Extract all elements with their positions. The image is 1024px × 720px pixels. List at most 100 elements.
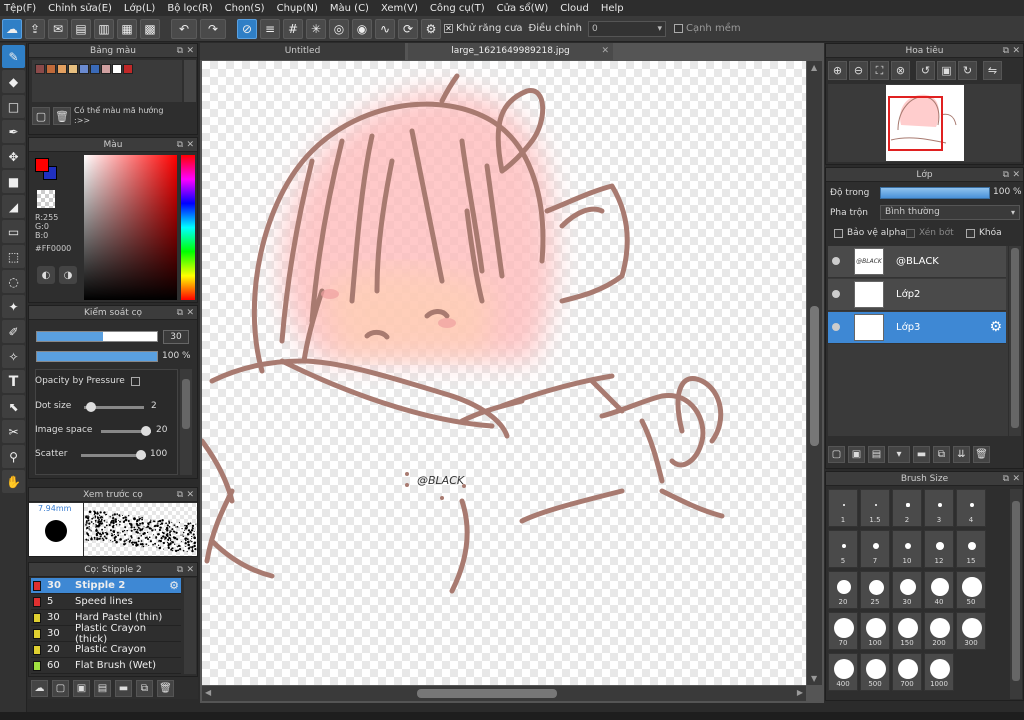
close-icon[interactable]: ✕ xyxy=(186,44,194,58)
drawing-canvas[interactable]: @BLACK xyxy=(202,61,806,685)
layer-row-lop3[interactable]: Lớp3 ⚙ xyxy=(828,312,1006,344)
brush-size-option[interactable]: 20 xyxy=(828,571,858,609)
float-icon[interactable]: ⧉ xyxy=(1003,168,1009,182)
brush-size-scrollbar[interactable] xyxy=(1010,489,1022,699)
fullscreen-icon[interactable]: ▣ xyxy=(937,61,956,80)
brush-size-option[interactable]: 200 xyxy=(924,612,954,650)
brush-size-option[interactable]: 4 xyxy=(956,489,986,527)
divide-tool-icon[interactable]: ✂ xyxy=(2,420,25,443)
delete-brush-icon[interactable]: 🗑 xyxy=(157,679,174,697)
text-tool-icon[interactable]: T xyxy=(2,370,25,393)
brush-size-option[interactable]: 5 xyxy=(828,530,858,568)
gear-icon[interactable]: ⚙ xyxy=(989,319,1002,335)
brush-size-option[interactable]: 50 xyxy=(956,571,986,609)
brush-size-slider[interactable] xyxy=(36,331,158,342)
layer-row-black[interactable]: @BLACK @BLACK xyxy=(828,246,1006,278)
add-layer-menu-icon[interactable]: ▾ xyxy=(888,446,910,463)
layer-row-lop2[interactable]: Lớp2 xyxy=(828,279,1006,311)
canvas-vertical-scrollbar[interactable]: ▲ ▼ xyxy=(807,61,822,685)
palette-swatch[interactable] xyxy=(68,64,78,74)
snap-circle-icon[interactable]: ◎ xyxy=(329,18,349,39)
new-halftone-layer-icon[interactable]: ▣ xyxy=(848,446,865,463)
clipping-checkbox[interactable]: Xén bớt xyxy=(906,228,954,238)
brush-settings-scrollbar[interactable] xyxy=(180,369,192,475)
duplicate-icon[interactable]: ⧉ xyxy=(136,679,153,697)
gear-icon[interactable]: ⚙ xyxy=(169,579,179,592)
menu-item[interactable]: Chọn(S) xyxy=(225,3,265,14)
fill-shape-tool-icon[interactable]: ■ xyxy=(2,170,25,193)
correction-select[interactable]: 0 ▾ xyxy=(587,20,666,37)
brush-size-option[interactable]: 400 xyxy=(828,653,858,691)
palette-swatch[interactable] xyxy=(79,64,89,74)
tab-large-image[interactable]: large_1621649989218.jpg ✕ xyxy=(408,43,613,60)
tab-untitled[interactable]: Untitled xyxy=(200,43,405,60)
float-icon[interactable]: ⧉ xyxy=(1003,44,1009,58)
chat-icon[interactable]: ▤ xyxy=(71,18,91,39)
lasso-tool-icon[interactable]: ◌ xyxy=(2,270,25,293)
trash-icon[interactable]: 🗑 xyxy=(53,107,71,125)
new-page-icon[interactable]: ▢ xyxy=(32,107,50,125)
menu-item[interactable]: Cloud xyxy=(560,3,589,14)
snap-radial-icon[interactable]: ✳ xyxy=(306,18,326,39)
dot-size-slider[interactable] xyxy=(84,402,144,412)
move-tool-icon[interactable]: ✥ xyxy=(2,145,25,168)
magic-wand-tool-icon[interactable]: ✦ xyxy=(2,295,25,318)
menu-item[interactable]: Công cụ(T) xyxy=(430,3,485,14)
snap-grid-icon[interactable]: # xyxy=(283,18,303,39)
zoom-in-icon[interactable]: ⊕ xyxy=(828,61,847,80)
close-icon[interactable]: ✕ xyxy=(186,306,194,320)
menu-item[interactable]: Chụp(N) xyxy=(277,3,318,14)
rotate-left-icon[interactable]: ↺ xyxy=(916,61,935,80)
snap-vanish-icon[interactable]: ⟳ xyxy=(398,18,418,39)
foreground-color-swatch[interactable] xyxy=(35,158,49,172)
palette-swatch[interactable] xyxy=(46,64,56,74)
brush-list-item[interactable]: 20 Plastic Crayon xyxy=(31,642,181,658)
brush-size-option[interactable]: 1 xyxy=(828,489,858,527)
canvas-horizontal-scrollbar[interactable]: ◀ ▶ xyxy=(202,686,806,701)
zoom-reset-icon[interactable]: ⊗ xyxy=(891,61,910,80)
eyedropper-tool-icon[interactable]: ⚲ xyxy=(2,445,25,468)
hand-tool-icon[interactable]: ✋ xyxy=(2,470,25,493)
brush-size-option[interactable]: 10 xyxy=(892,530,922,568)
blend-mode-select[interactable]: Bình thường ▾ xyxy=(880,205,1020,220)
eraser-tool-icon[interactable]: ◆ xyxy=(2,70,25,93)
scatter-slider[interactable] xyxy=(81,450,146,460)
brush-size-option[interactable]: 7 xyxy=(860,530,890,568)
snap-curve2-icon[interactable]: ∿ xyxy=(375,18,395,39)
brush-list-item[interactable]: 5 Speed lines xyxy=(31,594,181,610)
menu-item[interactable]: Tệp(F) xyxy=(4,3,36,14)
close-icon[interactable]: ✕ xyxy=(1012,168,1020,182)
close-icon[interactable]: ✕ xyxy=(186,488,194,502)
float-icon[interactable]: ⧉ xyxy=(177,306,183,320)
new-layer-icon[interactable]: ▢ xyxy=(828,446,845,463)
brush-size-option[interactable]: 700 xyxy=(892,653,922,691)
close-icon[interactable]: ✕ xyxy=(601,43,609,60)
brush-tool-icon[interactable]: ✎ xyxy=(2,45,25,68)
brush-size-option[interactable]: 30 xyxy=(892,571,922,609)
new-brush-icon[interactable]: ▢ xyxy=(52,679,69,697)
add-brush-icon[interactable]: ▣ xyxy=(73,679,90,697)
palette-scrollbar[interactable] xyxy=(184,60,196,102)
menu-item[interactable]: Cửa sổ(W) xyxy=(497,3,549,14)
brush-opacity-slider[interactable] xyxy=(36,351,158,362)
close-icon[interactable]: ✕ xyxy=(186,563,194,577)
settings-icon[interactable]: ⚙ xyxy=(421,18,441,39)
brush-size-option[interactable]: 70 xyxy=(828,612,858,650)
transparent-color-swatch[interactable] xyxy=(37,190,55,208)
zoom-out-icon[interactable]: ⊖ xyxy=(849,61,868,80)
saturation-value-picker[interactable] xyxy=(84,155,177,300)
close-icon[interactable]: ✕ xyxy=(1012,44,1020,58)
menu-item[interactable]: Chỉnh sửa(E) xyxy=(48,3,112,14)
float-icon[interactable]: ⧉ xyxy=(177,138,183,152)
pen-tool-icon[interactable]: ✒ xyxy=(2,120,25,143)
navigator-viewport-rect[interactable] xyxy=(888,96,943,151)
navigator-view[interactable] xyxy=(828,84,1021,162)
eye-icon[interactable] xyxy=(832,257,840,265)
brush-size-option[interactable]: 3 xyxy=(924,489,954,527)
float-icon[interactable]: ⧉ xyxy=(177,488,183,502)
brush-size-option[interactable]: 500 xyxy=(860,653,890,691)
palette-swatch[interactable] xyxy=(57,64,67,74)
close-icon[interactable]: ✕ xyxy=(1012,472,1020,486)
brush-size-option[interactable]: 12 xyxy=(924,530,954,568)
menu-item[interactable]: Bộ lọc(R) xyxy=(167,3,212,14)
